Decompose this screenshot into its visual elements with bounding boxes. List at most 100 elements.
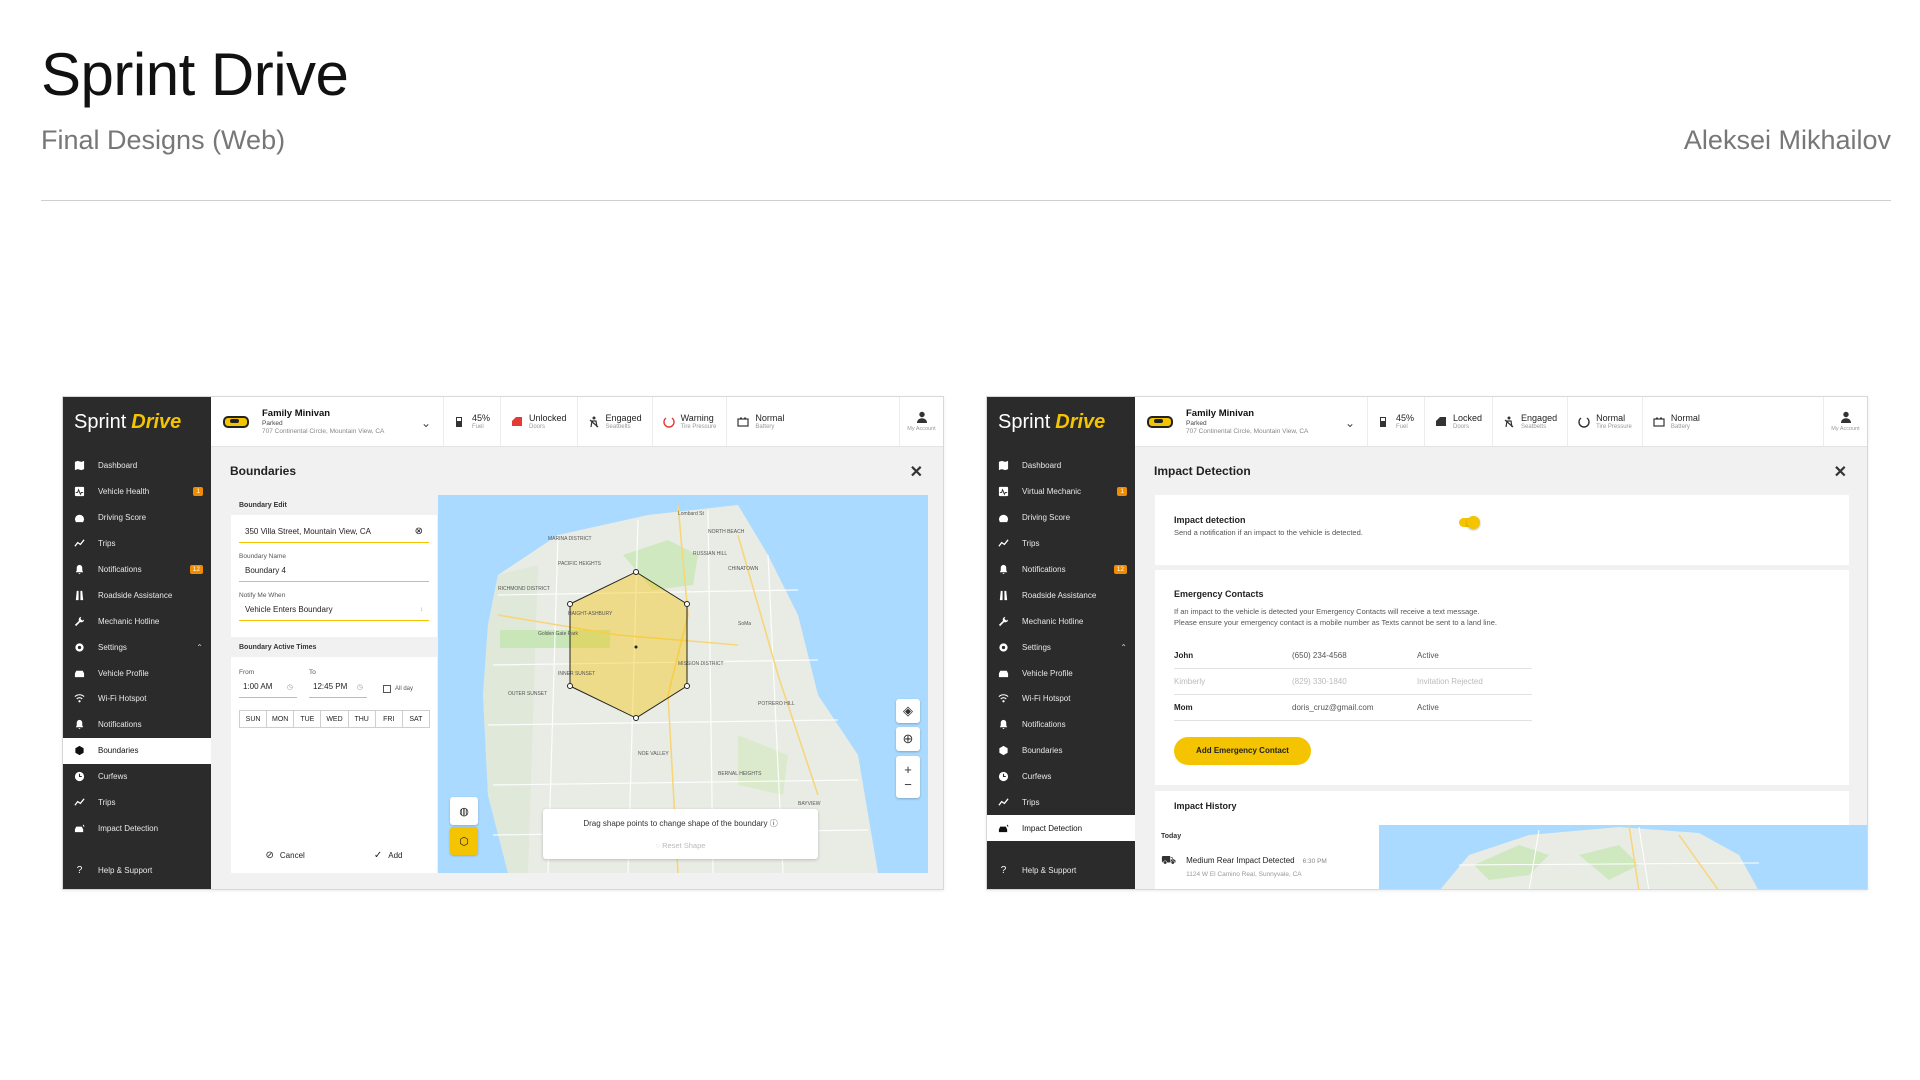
boundary-icon bbox=[998, 745, 1009, 756]
account-button[interactable]: My Account bbox=[1823, 397, 1867, 446]
stat-seatbelts[interactable]: Engaged Seatbelts bbox=[576, 397, 652, 446]
stat-battery[interactable]: Normal Battery bbox=[1641, 397, 1710, 446]
close-icon[interactable]: ✕ bbox=[1834, 462, 1847, 482]
layers-button[interactable]: ◈ bbox=[896, 699, 920, 723]
sidebar-item-curfews[interactable]: Curfews bbox=[987, 764, 1135, 790]
stat-label: Seatbelts bbox=[605, 424, 631, 430]
sidebar-item-roadside-assistance[interactable]: Roadside Assistance bbox=[987, 582, 1135, 608]
chevron-up-icon[interactable]: ⌃ bbox=[196, 643, 203, 652]
zoom-control[interactable]: + − bbox=[896, 756, 920, 798]
map-label: Lombard St bbox=[678, 511, 704, 517]
close-icon[interactable]: ✕ bbox=[910, 462, 923, 482]
stat-doors[interactable]: Unlocked Doors bbox=[500, 397, 577, 446]
zoom-in-icon[interactable]: + bbox=[904, 762, 912, 777]
locate-button[interactable]: ⊕ bbox=[896, 727, 920, 751]
boundary-map[interactable]: NORTH BEACH Lombard St RUSSIAN HILL CHINATO… bbox=[438, 495, 928, 873]
content-title: Impact Detection bbox=[1154, 464, 1251, 478]
day-toggle-tue[interactable]: TUE bbox=[293, 710, 322, 728]
sidebar-item-mechanic-hotline[interactable]: Mechanic Hotline bbox=[63, 608, 211, 634]
contact-row[interactable]: John (650) 234-4568 Active bbox=[1174, 643, 1532, 669]
contact-row[interactable]: Kimberly (829) 330-1840 Invitation Rejecte… bbox=[1174, 669, 1532, 695]
impact-history-map[interactable] bbox=[1379, 825, 1868, 890]
stat-battery[interactable]: Normal Battery bbox=[726, 397, 794, 446]
sidebar-item-notifications[interactable]: Notifications 12 bbox=[987, 557, 1135, 583]
sidebar-item-wi-fi-hotspot[interactable]: Wi-Fi Hotspot bbox=[987, 686, 1135, 712]
sidebar-item-driving-score[interactable]: Driving Score bbox=[63, 505, 211, 531]
address-input[interactable]: 350 Villa Street, Mountain View, CA ⊗ bbox=[239, 521, 429, 543]
zoom-out-icon[interactable]: − bbox=[904, 777, 912, 792]
impact-toggle[interactable] bbox=[1459, 516, 1480, 529]
vehicle-selector[interactable]: Family Minivan Parked 707 Continental Ci… bbox=[211, 408, 443, 435]
contacts-description-1: If an impact to the vehicle is detected … bbox=[1174, 607, 1480, 616]
logo[interactable]: Sprint Drive bbox=[987, 397, 1135, 447]
sidebar-item-dashboard[interactable]: Dashboard bbox=[63, 453, 211, 479]
sidebar-item-label: Vehicle Health bbox=[98, 487, 150, 497]
shape-tool-button[interactable]: ⬡ bbox=[450, 827, 478, 855]
contact-row[interactable]: Mom doris_cruz@gmail.com Active bbox=[1174, 695, 1532, 721]
stat-doors[interactable]: Locked Doors bbox=[1424, 397, 1492, 446]
chevron-down-icon[interactable]: ⌄ bbox=[1345, 416, 1355, 430]
cancel-button[interactable]: ⊘ Cancel bbox=[266, 850, 305, 861]
sidebar-item-trips[interactable]: Trips bbox=[987, 531, 1135, 557]
sidebar-item-driving-score[interactable]: Driving Score bbox=[987, 505, 1135, 531]
day-toggle-sun[interactable]: SUN bbox=[239, 710, 268, 728]
day-toggle-wed[interactable]: WED bbox=[320, 710, 349, 728]
day-toggle-fri[interactable]: FRI bbox=[374, 710, 403, 728]
sidebar-item-boundaries[interactable]: Boundaries bbox=[63, 737, 211, 764]
sidebar-item-virtual-mechanic[interactable]: Virtual Mechanic 1 bbox=[987, 479, 1135, 505]
sidebar-item-impact-detection[interactable]: Impact Detection bbox=[63, 815, 211, 841]
sidebar-item-mechanic-hotline[interactable]: Mechanic Hotline bbox=[987, 608, 1135, 634]
sidebar-item-curfews[interactable]: Curfews bbox=[63, 764, 211, 790]
stat-fuel[interactable]: 45% Fuel bbox=[443, 397, 500, 446]
sidebar-item-label: Trips bbox=[98, 798, 116, 808]
day-toggle-thu[interactable]: THU bbox=[347, 710, 376, 728]
stat-label: Fuel bbox=[472, 424, 484, 430]
boundary-name-input[interactable]: Boundary 4 bbox=[239, 560, 429, 582]
sidebar-item-wi-fi-hotspot[interactable]: Wi-Fi Hotspot bbox=[63, 686, 211, 712]
sidebar-item-help[interactable]: ? Help & Support bbox=[63, 857, 211, 883]
add-button[interactable]: ✓ Add bbox=[374, 850, 403, 861]
history-item[interactable]: ⛟ Medium Rear Impact Detected 6:30 PM 112… bbox=[1155, 840, 1379, 878]
logo[interactable]: Sprint Drive bbox=[63, 397, 211, 447]
from-time-input[interactable]: 1:00 AM ◷ bbox=[239, 676, 297, 698]
sidebar-item-help[interactable]: ? Help & Support bbox=[987, 857, 1135, 883]
add-emergency-contact-button[interactable]: Add Emergency Contact bbox=[1174, 736, 1311, 765]
sidebar-item-settings[interactable]: Settings ⌃ bbox=[987, 634, 1135, 660]
polygon-tool-button[interactable]: ◍ bbox=[450, 797, 478, 825]
stat-seatbelts[interactable]: Engaged Seatbelts bbox=[1492, 397, 1567, 446]
sidebar-item-notifications[interactable]: Notifications bbox=[987, 712, 1135, 738]
reset-shape-button[interactable]: ◌ Reset Shape bbox=[543, 841, 818, 850]
sidebar-item-boundaries[interactable]: Boundaries bbox=[987, 738, 1135, 764]
notify-select[interactable]: Vehicle Enters Boundary ↕ bbox=[239, 599, 429, 621]
stat-fuel[interactable]: 45% Fuel bbox=[1367, 397, 1424, 446]
sidebar-item-vehicle-health[interactable]: Vehicle Health 1 bbox=[63, 479, 211, 505]
sidebar-item-notifications[interactable]: Notifications 12 bbox=[63, 557, 211, 583]
sidebar-item-trips[interactable]: Trips bbox=[987, 790, 1135, 816]
chevron-down-icon[interactable]: ⌄ bbox=[421, 416, 431, 430]
clear-icon[interactable]: ⊗ bbox=[415, 526, 423, 537]
stat-tire-pressure[interactable]: Normal Tire Pressure bbox=[1567, 397, 1642, 446]
sidebar-item-notifications[interactable]: Notifications bbox=[63, 712, 211, 738]
account-button[interactable]: My Account bbox=[899, 397, 943, 446]
day-toggle-mon[interactable]: MON bbox=[266, 710, 295, 728]
to-time-input[interactable]: 12:45 PM ◷ bbox=[309, 676, 367, 698]
contact-status: Invitation Rejected bbox=[1417, 676, 1483, 686]
chevron-up-icon[interactable]: ⌃ bbox=[1120, 643, 1127, 652]
vehicle-selector[interactable]: Family Minivan Parked 707 Continental Ci… bbox=[1135, 408, 1367, 435]
all-day-checkbox[interactable]: All day bbox=[383, 685, 413, 693]
history-map-canvas[interactable] bbox=[1379, 825, 1868, 890]
stat-value: Engaged bbox=[1521, 413, 1558, 423]
sidebar-item-roadside-assistance[interactable]: Roadside Assistance bbox=[63, 582, 211, 608]
stat-tire-pressure[interactable]: Warning Tire Pressure bbox=[651, 397, 727, 446]
sidebar-item-trips[interactable]: Trips bbox=[63, 790, 211, 816]
sidebar-item-vehicle-profile[interactable]: Vehicle Profile bbox=[987, 660, 1135, 686]
sidebar-item-vehicle-profile[interactable]: Vehicle Profile bbox=[63, 660, 211, 686]
sidebar-item-dashboard[interactable]: Dashboard bbox=[987, 453, 1135, 479]
sidebar-item-trips[interactable]: Trips bbox=[63, 531, 211, 557]
sidebar-item-settings[interactable]: Settings ⌃ bbox=[63, 634, 211, 660]
sidebar-item-label: Roadside Assistance bbox=[1022, 590, 1097, 600]
boundaries-screen: Sprint Drive Dashboard Vehicle Health 1 Driv… bbox=[62, 396, 944, 890]
sidebar-item-impact-detection[interactable]: Impact Detection bbox=[987, 815, 1135, 842]
day-toggle-sat[interactable]: SAT bbox=[401, 710, 430, 728]
logo-accent: Drive bbox=[131, 410, 182, 433]
